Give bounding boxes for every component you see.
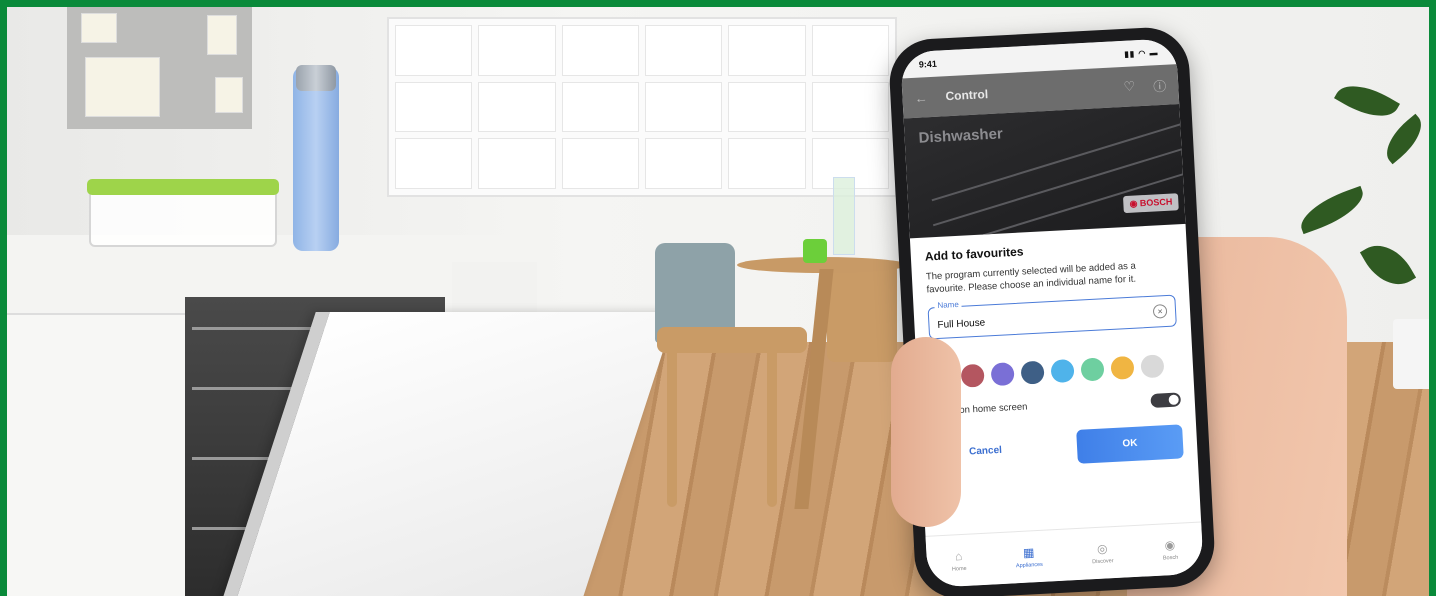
- appliance-name: Dishwasher: [918, 125, 1004, 147]
- color-swatch[interactable]: [1140, 353, 1165, 379]
- show-on-home-toggle[interactable]: [1150, 392, 1182, 408]
- color-swatches: ✓: [930, 353, 1180, 390]
- tab-home[interactable]: ⌂ Home: [951, 549, 967, 573]
- name-field-value[interactable]: Full House: [937, 317, 985, 330]
- tab-appliances[interactable]: ▦ Appliances: [1015, 545, 1043, 569]
- bosch-logo: ◉ BOSCH: [1123, 193, 1179, 214]
- water-bottle-cap: [296, 65, 336, 91]
- info-icon[interactable]: ⓘ: [1153, 75, 1167, 95]
- toggle-knob: [1168, 394, 1179, 405]
- color-swatch[interactable]: [1050, 358, 1075, 383]
- tab-label: Bosch: [1162, 554, 1179, 562]
- pin-board: [67, 7, 252, 129]
- plant-pot: [1393, 319, 1429, 389]
- tab-label: Appliances: [1015, 561, 1044, 570]
- ok-button[interactable]: OK: [1076, 423, 1184, 464]
- color-swatch[interactable]: [1020, 360, 1045, 385]
- home-icon: ⌂: [954, 549, 963, 564]
- heart-icon[interactable]: ♡: [1123, 78, 1135, 95]
- tab-bosch[interactable]: ◉ Bosch: [1162, 537, 1179, 562]
- chair-leg: [667, 347, 677, 507]
- window: [387, 17, 897, 197]
- appliance-hero: Dishwasher ◉ BOSCH: [903, 104, 1186, 239]
- signal-wifi-battery-icon: ▮▮ ◠ ▬: [1124, 47, 1159, 59]
- compass-icon: ◎: [1096, 541, 1108, 556]
- dialog-description: The program currently selected will be a…: [925, 260, 1137, 296]
- tab-label: Discover: [1092, 558, 1114, 566]
- chair-back: [827, 262, 897, 362]
- chair: [657, 327, 807, 353]
- water-bottle: [293, 67, 339, 251]
- show-on-home-row: Show on home screen: [933, 392, 1182, 419]
- photo-frame: 9:41 ▮▮ ◠ ▬ ← Control ♡ ⓘ Dishwasher ◉ B…: [0, 0, 1436, 596]
- chair-leg: [767, 347, 777, 507]
- screen-title: Control: [945, 87, 989, 104]
- dialog-actions: Cancel OK: [934, 423, 1184, 471]
- food-container-lid: [87, 179, 279, 195]
- appliances-icon: ▦: [1022, 545, 1035, 560]
- color-swatch[interactable]: [960, 363, 985, 388]
- green-glass: [803, 239, 827, 263]
- tab-discover[interactable]: ◎ Discover: [1091, 541, 1114, 565]
- bottom-tab-bar: ⌂ Home ▦ Appliances ◎ Discover ◉ Bosch: [925, 521, 1204, 588]
- tab-label: Home: [951, 565, 967, 573]
- color-swatch[interactable]: [1110, 355, 1135, 380]
- arrow-left-icon[interactable]: ←: [914, 90, 928, 106]
- status-time: 9:41: [918, 58, 938, 70]
- thumb: [891, 337, 961, 527]
- clear-icon[interactable]: ×: [1152, 303, 1168, 319]
- vase: [833, 177, 855, 255]
- color-swatch[interactable]: [990, 361, 1015, 386]
- bosch-icon: ◉: [1164, 537, 1176, 553]
- name-field[interactable]: Name Full House ×: [927, 294, 1177, 340]
- color-swatch[interactable]: [1080, 356, 1105, 382]
- kitchen-cabinet: [7, 315, 187, 596]
- name-field-label: Name: [934, 299, 962, 310]
